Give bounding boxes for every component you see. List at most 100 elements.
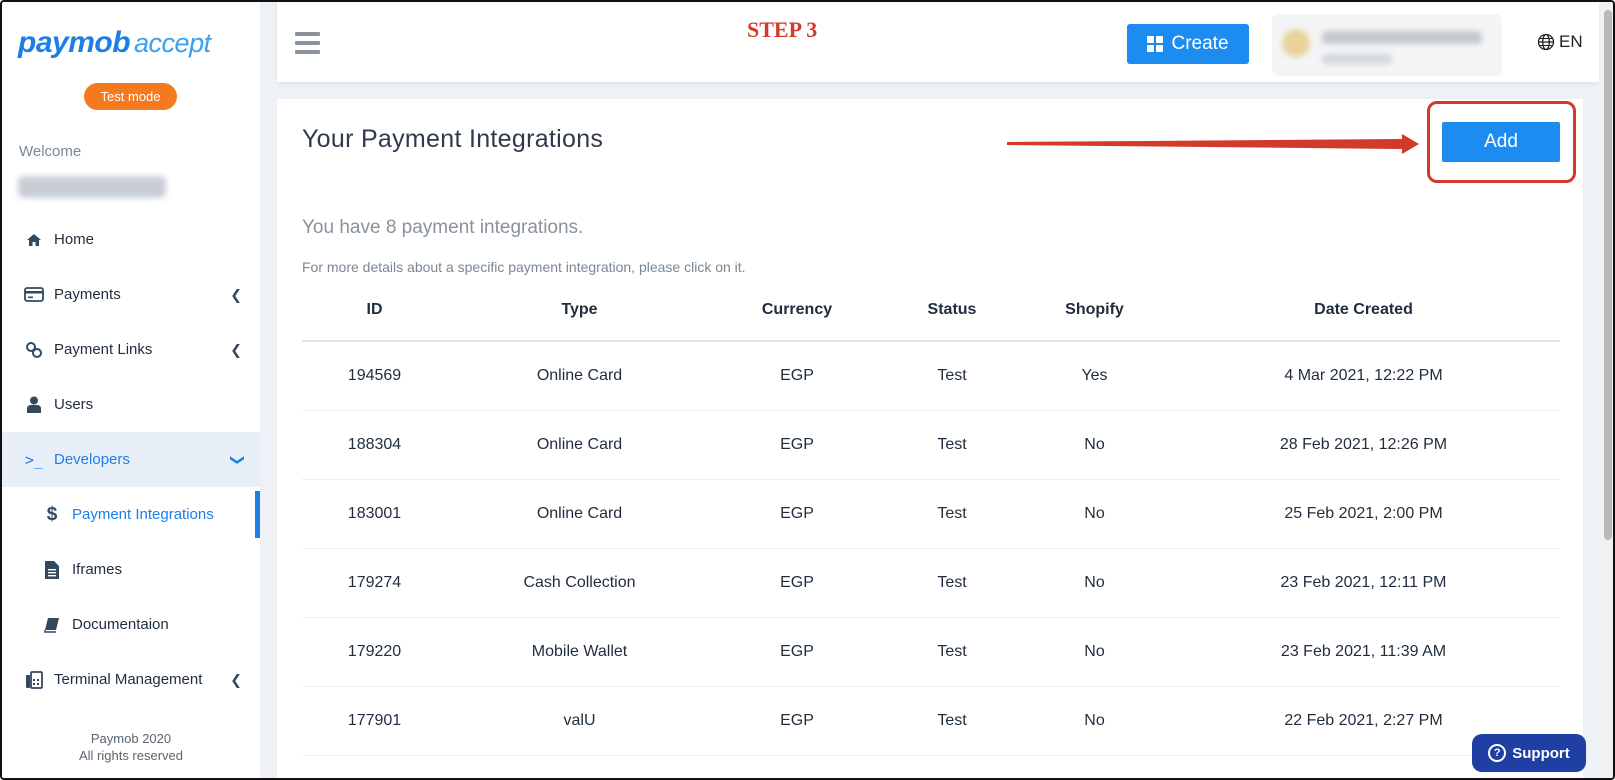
sidebar-item-home[interactable]: Home bbox=[2, 212, 260, 267]
footer-brand: Paymob bbox=[90, 731, 139, 746]
step-annotation: STEP 3 bbox=[747, 17, 818, 42]
add-highlight-box: Add bbox=[1427, 101, 1576, 183]
sidebar-item-payment-links[interactable]: Payment Links ❮ bbox=[2, 322, 260, 377]
cell-date: 28 Feb 2021, 12:26 PM bbox=[1167, 410, 1560, 480]
cell-currency: EGP bbox=[712, 341, 882, 411]
add-button[interactable]: Add bbox=[1442, 122, 1560, 162]
book-icon bbox=[42, 616, 62, 634]
sidebar-item-payments[interactable]: Payments ❮ bbox=[2, 267, 260, 322]
welcome-label: Welcome bbox=[19, 143, 82, 160]
sidebar: paymob accept Test mode Welcome Home Paym… bbox=[2, 2, 260, 778]
chevron-down-icon: ❮ bbox=[227, 453, 244, 466]
user-icon bbox=[24, 396, 44, 414]
card-icon bbox=[24, 286, 44, 304]
language-selector[interactable]: EN bbox=[1537, 32, 1583, 52]
column-header[interactable]: Type bbox=[447, 279, 712, 342]
question-icon: ? bbox=[1488, 744, 1507, 762]
integrations-table: ID Type Currency Status Shopify Date Cre… bbox=[302, 279, 1560, 756]
column-header[interactable]: ID bbox=[302, 279, 447, 342]
sidebar-item-label: Documentaion bbox=[72, 616, 169, 633]
cell-id: 179274 bbox=[302, 548, 447, 618]
cell-id: 183001 bbox=[302, 479, 447, 549]
cell-type: valU bbox=[447, 686, 712, 756]
top-bar: STEP 3 Create EN bbox=[277, 2, 1599, 82]
sidebar-item-documentation[interactable]: Documentaion bbox=[2, 597, 260, 652]
cell-status: Test bbox=[882, 410, 1022, 480]
page-scrollbar[interactable] bbox=[1600, 2, 1613, 778]
cell-id: 177901 bbox=[302, 686, 447, 756]
profile-menu[interactable] bbox=[1272, 14, 1502, 76]
annotation-arrow bbox=[1007, 134, 1419, 154]
table-row[interactable]: 179220 Mobile Wallet EGP Test No 23 Feb … bbox=[302, 617, 1560, 687]
home-icon bbox=[24, 231, 44, 249]
support-label: Support bbox=[1512, 744, 1570, 762]
file-icon bbox=[42, 560, 62, 579]
sidebar-item-developers[interactable]: >_ Developers ❮ bbox=[2, 432, 260, 487]
cell-status: Test bbox=[882, 479, 1022, 549]
scrollbar-thumb[interactable] bbox=[1604, 10, 1612, 540]
sidebar-item-label: Iframes bbox=[72, 561, 123, 578]
cell-status: Test bbox=[882, 548, 1022, 618]
cell-type: Online Card bbox=[447, 341, 712, 411]
create-label: Create bbox=[1171, 33, 1229, 54]
column-header[interactable]: Shopify bbox=[1022, 279, 1167, 342]
cell-id: 188304 bbox=[302, 410, 447, 480]
cell-id: 194569 bbox=[302, 341, 447, 411]
cell-currency: EGP bbox=[712, 548, 882, 618]
cell-date: 4 Mar 2021, 12:22 PM bbox=[1167, 341, 1560, 411]
cell-currency: EGP bbox=[712, 410, 882, 480]
sidebar-item-users[interactable]: Users bbox=[2, 377, 260, 432]
cell-date: 25 Feb 2021, 2:00 PM bbox=[1167, 479, 1560, 549]
test-mode-badge[interactable]: Test mode bbox=[84, 83, 177, 110]
logo-text: paymob bbox=[18, 26, 131, 59]
cell-currency: EGP bbox=[712, 479, 882, 549]
table-header-row: ID Type Currency Status Shopify Date Cre… bbox=[302, 279, 1560, 342]
hamburger-menu-icon[interactable] bbox=[295, 32, 320, 56]
blurred-profile-subtitle bbox=[1322, 54, 1392, 64]
cell-shopify: No bbox=[1022, 410, 1167, 480]
sidebar-item-iframes[interactable]: Iframes bbox=[2, 542, 260, 597]
table-row[interactable]: 183001 Online Card EGP Test No 25 Feb 20… bbox=[302, 479, 1560, 549]
sidebar-item-label: Payment Integrations bbox=[72, 506, 214, 523]
sidebar-item-label: Terminal Management bbox=[54, 671, 203, 688]
table-row[interactable]: 177901 valU EGP Test No 22 Feb 2021, 2:2… bbox=[302, 686, 1560, 756]
table-row[interactable]: 194569 Online Card EGP Test Yes 4 Mar 20… bbox=[302, 341, 1560, 411]
blurred-profile-name bbox=[1322, 31, 1482, 44]
footer-rights: All rights reserved bbox=[78, 748, 184, 763]
cell-shopify: No bbox=[1022, 617, 1167, 687]
column-header[interactable]: Currency bbox=[712, 279, 882, 342]
support-button[interactable]: ? Support bbox=[1472, 734, 1586, 772]
sidebar-item-label: Users bbox=[54, 396, 94, 413]
column-header[interactable]: Status bbox=[882, 279, 1022, 342]
cell-type: Online Card bbox=[447, 479, 712, 549]
dollar-icon: $ bbox=[46, 503, 58, 525]
cell-status: Test bbox=[882, 617, 1022, 687]
footer-year: 2020 bbox=[142, 731, 172, 746]
column-header[interactable]: Date Created bbox=[1167, 279, 1560, 342]
sidebar-item-payment-integrations[interactable]: $ Payment Integrations bbox=[2, 487, 260, 542]
create-button[interactable]: Create bbox=[1127, 24, 1249, 64]
integrations-panel: Your Payment Integrations Add You have 8… bbox=[277, 99, 1583, 778]
table-row[interactable]: 188304 Online Card EGP Test No 28 Feb 20… bbox=[302, 410, 1560, 480]
cell-status: Test bbox=[882, 686, 1022, 756]
sidebar-nav: Home Payments ❮ Payment Links ❮ Users >_… bbox=[2, 212, 260, 707]
sidebar-item-terminal-management[interactable]: Terminal Management ❮ bbox=[2, 652, 260, 707]
table-row[interactable]: 179274 Cash Collection EGP Test No 23 Fe… bbox=[302, 548, 1560, 618]
chevron-left-icon: ❮ bbox=[230, 286, 242, 302]
terminal-icon: >_ bbox=[24, 450, 44, 469]
cell-status: Test bbox=[882, 341, 1022, 411]
blurred-username bbox=[18, 176, 166, 198]
sidebar-footer: Paymob 2020 All rights reserved bbox=[2, 730, 260, 764]
chevron-left-icon: ❮ bbox=[230, 671, 242, 687]
integration-count: You have 8 payment integrations. bbox=[302, 217, 584, 238]
cell-shopify: No bbox=[1022, 479, 1167, 549]
sidebar-item-label: Home bbox=[54, 231, 95, 248]
link-icon bbox=[24, 341, 44, 359]
cell-type: Cash Collection bbox=[447, 548, 712, 618]
avatar bbox=[1282, 29, 1310, 57]
app-window: paymob accept Test mode Welcome Home Paym… bbox=[0, 0, 1615, 780]
brand-logo[interactable]: paymob accept bbox=[18, 26, 211, 60]
fax-icon bbox=[24, 670, 44, 689]
cell-shopify: No bbox=[1022, 548, 1167, 618]
sidebar-item-label: Payments bbox=[54, 286, 121, 303]
